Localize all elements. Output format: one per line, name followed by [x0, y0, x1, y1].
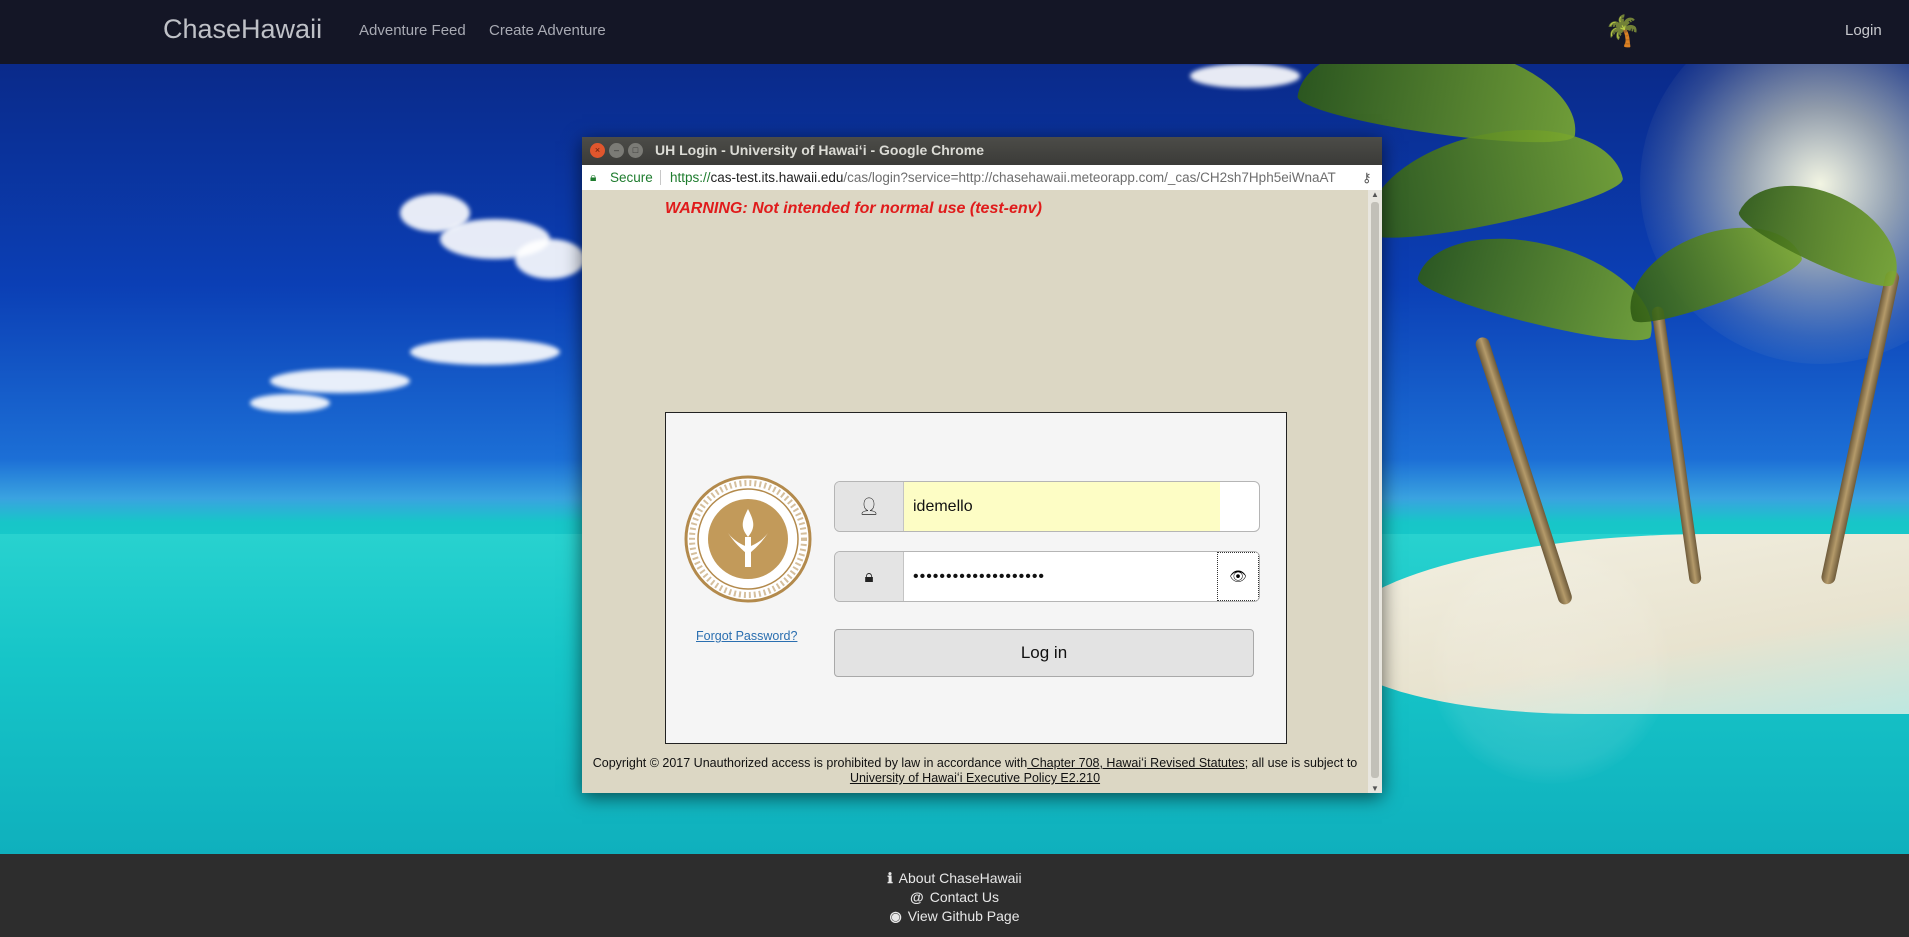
divider: [660, 170, 661, 185]
page-content: WARNING: Not intended for normal use (te…: [582, 190, 1368, 793]
footer-github-link[interactable]: ◉ View Github Page: [0, 908, 1909, 925]
url-path: /cas/login?service=http://chasehawaii.me…: [843, 170, 1336, 185]
brand-logo-text[interactable]: ChaseHawaii: [163, 14, 322, 45]
footer-contact-link[interactable]: @ Contact Us: [0, 889, 1909, 905]
footer-about-label: About ChaseHawaii: [898, 870, 1022, 886]
footer-about-link[interactable]: ℹ About ChaseHawaii: [0, 870, 1909, 887]
window-title: UH Login - University of Hawaiʻi - Googl…: [655, 142, 985, 158]
url-host: cas-test.its.hawaii.edu: [710, 170, 844, 185]
cloud: [250, 394, 330, 412]
nav-login[interactable]: Login: [1845, 22, 1882, 39]
address-bar[interactable]: 🔒︎ Secure https://cas-test.its.hawaii.ed…: [582, 165, 1382, 191]
cloud: [270, 369, 410, 393]
legal-notice: Copyright © 2017 Unauthorized access is …: [582, 756, 1368, 786]
secure-label[interactable]: Secure: [610, 165, 653, 190]
cloud: [410, 339, 560, 365]
nav-create-adventure[interactable]: Create Adventure: [489, 22, 606, 39]
scroll-up-arrow-icon[interactable]: ▲: [1371, 190, 1379, 199]
password-input[interactable]: [904, 552, 1220, 601]
at-sign-icon: @: [910, 889, 924, 905]
palm-tree-icon: 🌴: [1604, 15, 1642, 48]
key-icon[interactable]: ⚷: [1362, 165, 1372, 190]
scroll-down-arrow-icon[interactable]: ▼: [1371, 784, 1379, 793]
university-seal-logo: [684, 475, 812, 603]
test-env-warning: WARNING: Not intended for normal use (te…: [665, 200, 1042, 217]
github-icon: ◉: [889, 908, 902, 924]
eye-icon[interactable]: 👁︎: [1217, 552, 1259, 601]
forgot-password-link[interactable]: Forgot Password?: [696, 629, 797, 643]
legal-middle-text: ; all use is subject to: [1244, 756, 1358, 770]
url-scheme: https://: [670, 170, 711, 185]
lock-icon: 🔒︎: [590, 170, 597, 184]
username-input[interactable]: [904, 482, 1220, 531]
nav-adventure-feed[interactable]: Adventure Feed: [359, 22, 466, 39]
page-footer: ℹ About ChaseHawaii @ Contact Us ◉ View Git…: [0, 854, 1909, 937]
copyright-text: Copyright © 2017 Unauthorized access is …: [592, 756, 1028, 770]
url-text[interactable]: https://cas-test.its.hawaii.edu/cas/logi…: [670, 165, 1356, 190]
chapter-708-link[interactable]: Chapter 708, Hawaiʻi Revised Statutes: [1027, 756, 1245, 770]
executive-policy-link[interactable]: University of Hawaiʻi Executive Policy E…: [850, 771, 1100, 785]
maximize-window-icon[interactable]: □: [628, 143, 643, 158]
footer-github-label: View Github Page: [907, 908, 1020, 924]
window-titlebar[interactable]: × – □ UH Login - University of Hawaiʻi -…: [582, 137, 1382, 165]
info-icon: ℹ: [887, 870, 893, 886]
close-window-icon[interactable]: ×: [590, 143, 605, 158]
cloud: [515, 239, 585, 279]
password-field[interactable]: 🔒︎ 👁︎: [834, 551, 1260, 602]
minimize-window-icon[interactable]: –: [609, 143, 624, 158]
footer-contact-label: Contact Us: [929, 889, 999, 905]
padlock-icon: 🔒︎: [835, 552, 904, 601]
vertical-scrollbar[interactable]: ▲ ▼: [1368, 190, 1382, 793]
username-field[interactable]: 👤︎: [834, 481, 1260, 532]
login-form: Forgot Password? 👤︎ 🔒︎ 👁︎ Log in: [665, 412, 1287, 744]
palm-frond: [1413, 216, 1667, 352]
user-icon: 👤︎: [835, 482, 904, 531]
cloud: [1190, 64, 1300, 88]
uh-login-popup-window: × – □ UH Login - University of Hawaiʻi -…: [582, 137, 1382, 793]
lens-flare: [1430, 544, 1670, 784]
top-navbar: ChaseHawaii Adventure Feed Create Advent…: [0, 0, 1909, 64]
log-in-button[interactable]: Log in: [834, 629, 1254, 677]
scrollbar-thumb[interactable]: [1371, 202, 1379, 778]
